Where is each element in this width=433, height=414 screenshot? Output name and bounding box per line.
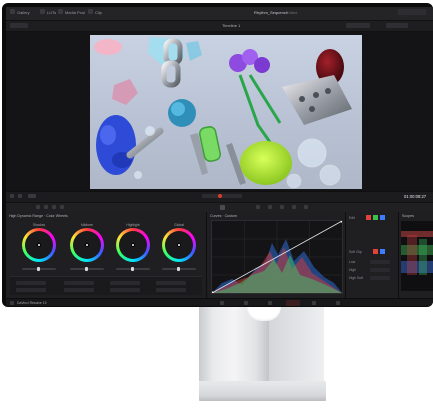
tool-icon-6[interactable] bbox=[268, 205, 272, 209]
tool-icon-7[interactable] bbox=[280, 205, 284, 209]
page-color-tab[interactable] bbox=[286, 300, 300, 306]
scope-display bbox=[401, 221, 433, 291]
low-label: Low bbox=[349, 260, 356, 264]
color-wheels-title: High Dynamic Range · Color Wheels bbox=[9, 214, 68, 218]
shadow-slider[interactable] bbox=[22, 267, 56, 271]
timecode-field[interactable] bbox=[386, 23, 408, 28]
param-field-5[interactable] bbox=[16, 288, 46, 292]
tool-icon-1[interactable] bbox=[36, 205, 40, 209]
page-navigation-bar: DaVinci Resolve 19 bbox=[6, 298, 433, 306]
soft-clip-label: Soft Clip bbox=[349, 250, 362, 254]
viewer-image bbox=[94, 37, 352, 189]
wheel-label-highlight: Highlight bbox=[126, 223, 140, 227]
param-field-2[interactable] bbox=[64, 281, 94, 285]
wheel-handle[interactable] bbox=[37, 243, 41, 247]
curves-histogram bbox=[210, 219, 344, 295]
param-field-8[interactable] bbox=[156, 288, 186, 292]
highlight-slider[interactable] bbox=[116, 267, 150, 271]
param-field-7[interactable] bbox=[110, 288, 140, 292]
pen-icon[interactable] bbox=[10, 194, 14, 198]
green-channel-toggle[interactable] bbox=[373, 215, 378, 220]
zoom-control[interactable] bbox=[10, 23, 28, 28]
page-deliver-icon[interactable] bbox=[336, 301, 340, 305]
top-menu-bar: Gallery LUTs Media Pool Clip Rhythm_Sequ… bbox=[6, 7, 433, 21]
param-field-4[interactable] bbox=[156, 281, 186, 285]
curve-controls-panel: Edit Soft Clip Low High High Soft bbox=[346, 212, 399, 298]
luts-icon[interactable] bbox=[40, 9, 45, 14]
param-field-6[interactable] bbox=[64, 288, 94, 292]
tool-icon-8[interactable] bbox=[292, 205, 296, 209]
tool-icon-9[interactable] bbox=[304, 205, 308, 209]
color-wheel-shadow[interactable] bbox=[22, 228, 56, 262]
top-right-controls[interactable] bbox=[398, 9, 426, 15]
high-soft-field[interactable] bbox=[370, 276, 390, 280]
tool-icon-3[interactable] bbox=[52, 205, 56, 209]
curves-graph[interactable] bbox=[210, 219, 344, 295]
color-wheel-global[interactable] bbox=[162, 228, 196, 262]
curves-title: Curves · Custom bbox=[210, 214, 237, 218]
page-edit-icon[interactable] bbox=[268, 301, 272, 305]
square-icon[interactable] bbox=[18, 194, 22, 198]
screen: Gallery LUTs Media Pool Clip Rhythm_Sequ… bbox=[6, 7, 433, 306]
param-field-1[interactable] bbox=[16, 281, 46, 285]
blue-channel-toggle[interactable] bbox=[380, 215, 385, 220]
viewer-frame[interactable] bbox=[90, 35, 362, 189]
color-wheels-panel: High Dynamic Range · Color Wheels Shadow… bbox=[6, 212, 207, 298]
menu-gallery[interactable]: Gallery bbox=[17, 10, 30, 15]
transport-left-controls[interactable] bbox=[28, 194, 36, 198]
page-media-icon[interactable] bbox=[220, 301, 224, 305]
monitor-bezel: Gallery LUTs Media Pool Clip Rhythm_Sequ… bbox=[2, 3, 433, 307]
playback-controls[interactable] bbox=[202, 194, 242, 198]
tool-icon-5[interactable] bbox=[256, 205, 260, 209]
low-field[interactable] bbox=[370, 260, 390, 264]
timeline-name[interactable]: Timeline 1 bbox=[222, 23, 240, 28]
menu-luts[interactable]: LUTs bbox=[47, 10, 56, 15]
soft-clip-red[interactable] bbox=[373, 249, 378, 254]
project-title: Rhythm_Sequence bbox=[254, 10, 289, 15]
high-field[interactable] bbox=[370, 268, 390, 272]
viewer-options[interactable] bbox=[346, 23, 370, 28]
wheel-handle[interactable] bbox=[177, 243, 181, 247]
red-channel-toggle[interactable] bbox=[366, 215, 371, 220]
transport-bar: 01:00:08:27 bbox=[6, 191, 433, 202]
wheel-label-global: Global bbox=[174, 223, 184, 227]
viewer-panel bbox=[6, 32, 433, 191]
wheel-handle[interactable] bbox=[85, 243, 89, 247]
soft-clip-blue[interactable] bbox=[380, 249, 385, 254]
page-cut-icon[interactable] bbox=[244, 301, 248, 305]
resolve-logo-icon bbox=[10, 301, 14, 305]
media-pool-icon[interactable] bbox=[58, 9, 63, 14]
stand-base bbox=[199, 381, 326, 401]
parade-scope bbox=[401, 231, 433, 275]
menu-media-pool[interactable]: Media Pool bbox=[65, 10, 85, 15]
scopes-title: Scopes bbox=[402, 214, 414, 218]
viewer-toolbar: Timeline 1 bbox=[6, 21, 433, 32]
project-status: Edited bbox=[286, 10, 298, 15]
tool-icon-4[interactable] bbox=[60, 205, 64, 209]
wheel-parameters-row bbox=[10, 276, 202, 295]
wheel-label-shadow: Shadow bbox=[32, 223, 46, 227]
stand-back bbox=[269, 307, 324, 381]
eyedropper-icon[interactable] bbox=[220, 205, 225, 210]
param-field-3[interactable] bbox=[110, 281, 140, 285]
page-fairlight-icon[interactable] bbox=[312, 301, 316, 305]
color-wheel-highlight[interactable] bbox=[116, 228, 150, 262]
midtone-slider[interactable] bbox=[70, 267, 104, 271]
high-label: High bbox=[349, 268, 356, 272]
menu-clip[interactable]: Clip bbox=[95, 10, 102, 15]
curves-panel: Curves · Custom bbox=[207, 212, 346, 298]
high-soft-label: High Soft bbox=[349, 276, 363, 280]
color-wheel-midtone[interactable] bbox=[70, 228, 104, 262]
global-slider[interactable] bbox=[162, 267, 196, 271]
timecode: 01:00:08:27 bbox=[404, 194, 427, 199]
edit-label: Edit bbox=[349, 216, 355, 220]
app-name: DaVinci Resolve 19 bbox=[17, 301, 47, 305]
record-icon[interactable] bbox=[218, 194, 222, 198]
gallery-icon[interactable] bbox=[10, 9, 15, 14]
scopes-panel: Scopes bbox=[399, 212, 433, 298]
clip-icon[interactable] bbox=[88, 9, 93, 14]
tool-icon-2[interactable] bbox=[44, 205, 48, 209]
wheel-handle[interactable] bbox=[131, 243, 135, 247]
wheel-label-midtone: Midtone bbox=[80, 223, 94, 227]
